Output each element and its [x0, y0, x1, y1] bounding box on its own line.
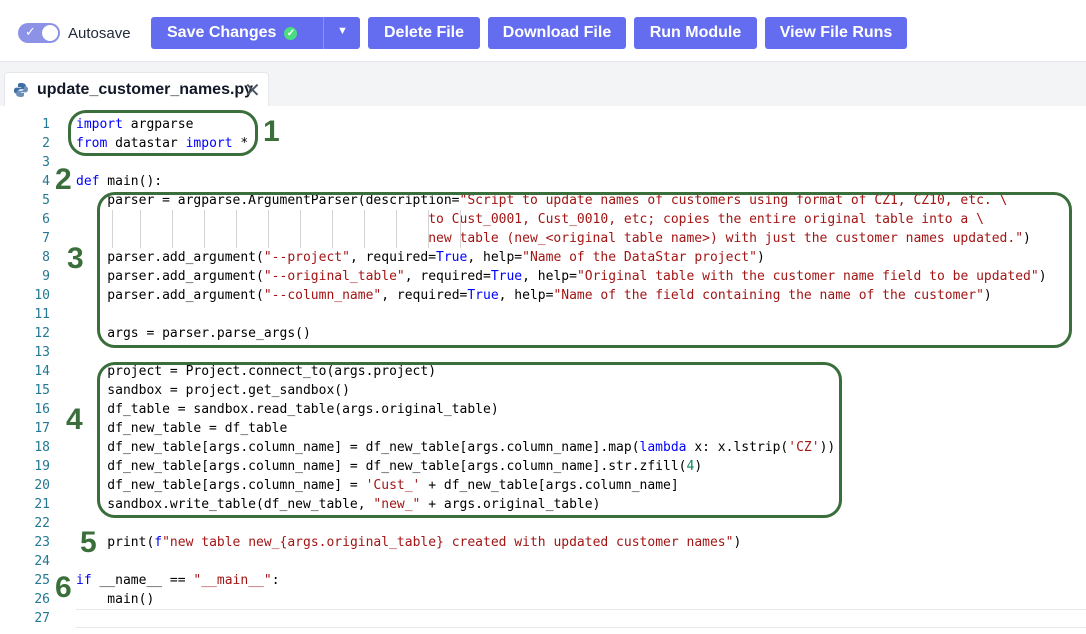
annotation-number-3: 3 — [67, 242, 84, 275]
python-icon — [14, 83, 28, 97]
save-changes-button[interactable]: Save Changes ✓ ▼ — [151, 17, 360, 49]
autosave-label: Autosave — [68, 25, 131, 42]
code-line-4: def main(): — [76, 174, 163, 189]
line-number: 7 — [42, 231, 50, 246]
line-number: 16 — [34, 402, 50, 417]
check-icon: ✓ — [25, 24, 36, 39]
line-number: 24 — [34, 554, 50, 569]
run-module-button[interactable]: Run Module — [634, 17, 757, 49]
code-line-25: if __name__ == "__main__": — [76, 573, 280, 588]
line-number: 15 — [34, 383, 50, 398]
annotation-box-1 — [68, 110, 258, 156]
saved-check-icon: ✓ — [284, 26, 298, 40]
line-number: 26 — [34, 592, 50, 607]
line-number: 27 — [34, 611, 50, 626]
editor-toolbar: ✓ Autosave Save Changes ✓ ▼ Delete File … — [0, 0, 1086, 62]
line-number: 3 — [42, 155, 50, 170]
annotation-number-4: 4 — [66, 403, 83, 436]
line-number: 14 — [34, 364, 50, 379]
code-line-23: print(f"new table new_{args.original_tab… — [76, 535, 742, 550]
tab-filename: update_customer_names.py — [37, 81, 254, 98]
close-icon[interactable]: ✕ — [244, 78, 261, 103]
line-number: 11 — [34, 307, 50, 322]
line-number: 10 — [34, 288, 50, 303]
annotation-box-4 — [97, 362, 842, 518]
line-number: 8 — [42, 250, 50, 265]
delete-file-button[interactable]: Delete File — [368, 17, 480, 49]
line-number: 18 — [34, 440, 50, 455]
line-number: 4 — [42, 174, 50, 189]
line-number: 13 — [34, 345, 50, 360]
save-changes-label: Save Changes — [167, 24, 277, 41]
annotation-box-3 — [97, 192, 1072, 348]
line-number: 2 — [42, 136, 50, 151]
button-divider — [323, 17, 324, 49]
tab-update-customer-names[interactable]: update_customer_names.py ✕ — [4, 72, 269, 106]
code-line-26: main() — [76, 592, 155, 607]
line-number: 9 — [42, 269, 50, 284]
file-tab-bar: update_customer_names.py ✕ — [0, 62, 1086, 106]
line-number: 21 — [34, 497, 50, 512]
line-number: 6 — [42, 212, 50, 227]
download-file-button[interactable]: Download File — [488, 17, 626, 49]
autosave-toggle[interactable]: ✓ — [18, 23, 60, 43]
toggle-knob — [42, 25, 58, 41]
annotation-number-2: 2 — [55, 163, 72, 196]
line-number: 25 — [34, 573, 50, 588]
line-number: 22 — [34, 516, 50, 531]
line-number: 12 — [34, 326, 50, 341]
line-number: 23 — [34, 535, 50, 550]
current-line-highlight — [76, 609, 1086, 628]
line-number: 20 — [34, 478, 50, 493]
line-number: 19 — [34, 459, 50, 474]
annotation-number-5: 5 — [80, 526, 97, 559]
line-number: 17 — [34, 421, 50, 436]
view-file-runs-button[interactable]: View File Runs — [765, 17, 907, 49]
annotation-number-1: 1 — [263, 115, 280, 148]
line-number: 5 — [42, 193, 50, 208]
line-number: 1 — [42, 117, 50, 132]
annotation-number-6: 6 — [55, 571, 72, 604]
chevron-down-icon[interactable]: ▼ — [337, 25, 348, 37]
